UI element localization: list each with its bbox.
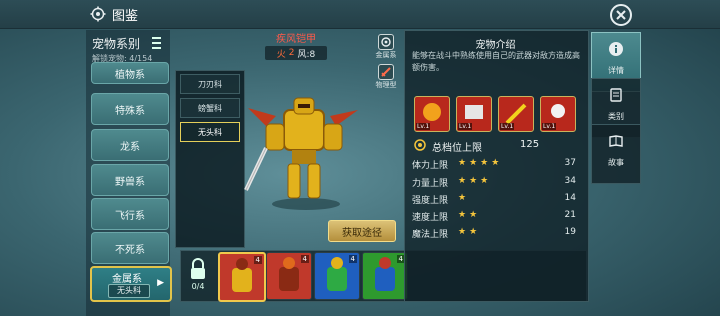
subcategory-panel <box>175 70 245 248</box>
category-undead[interactable]: 不死系 <box>91 232 169 264</box>
subcategory-headless[interactable]: 无头科 <box>180 122 240 142</box>
metal-type-icon <box>378 34 394 50</box>
fire-element-label: 火 <box>276 49 286 60</box>
stat-name-speed: 速度上限 <box>412 213 449 223</box>
tab-category-label: 类别 <box>608 112 624 121</box>
pet-variant-slot-1[interactable]: 4 <box>218 252 266 302</box>
subcategory-crab[interactable]: 螃蟹科 <box>180 98 240 118</box>
lock-count: 0/4 <box>191 282 205 291</box>
active-category-label: 金属系 <box>112 274 142 285</box>
pet-variant-slot-2[interactable]: 4 <box>266 252 312 300</box>
category-dragon[interactable]: 龙系 <box>91 129 169 161</box>
close-icon <box>616 10 626 20</box>
stat-value-strength: 14 <box>564 193 576 203</box>
story-book-icon <box>609 135 623 147</box>
tab-details-label: 详情 <box>608 66 624 75</box>
fire-element-value: 2 <box>288 48 295 58</box>
variant-level-badge: 4 <box>348 255 357 263</box>
category-special[interactable]: 特殊系 <box>91 93 169 125</box>
info-title: 宠物介绍 <box>475 40 516 51</box>
stat-value-hp: 37 <box>564 158 576 168</box>
metal-type-label: 金属系 <box>375 51 397 59</box>
category-panel-title: 宠物系别 <box>92 37 141 51</box>
tab-story[interactable]: 故事 <box>591 124 641 184</box>
category-card-icon <box>610 88 622 102</box>
skill-level: Lv.1 <box>500 123 515 130</box>
stats-total-icon <box>414 139 426 151</box>
skill-level: Lv.1 <box>416 123 431 130</box>
pet-variant-slot-4[interactable]: 4 <box>362 252 408 300</box>
skill-level: Lv.1 <box>458 123 473 130</box>
info-icon <box>609 42 623 56</box>
physical-type-icon <box>378 64 394 80</box>
variant-level-badge: 4 <box>300 255 309 263</box>
menu-lines-icon[interactable] <box>152 37 161 49</box>
pet-element-chip: 火 2 风:8 <box>265 46 327 60</box>
stat-value-magic: 19 <box>564 227 576 237</box>
stat-name-power: 力量上限 <box>412 179 449 189</box>
skill-level: Lv.1 <box>542 123 557 130</box>
stat-value-power: 34 <box>564 176 576 186</box>
stat-stars-power: ★★★ <box>458 176 492 186</box>
pet-name: 疾风铠甲 <box>276 34 316 45</box>
pet-armor-figure <box>244 97 358 210</box>
stat-stars-magic: ★★ <box>458 227 481 237</box>
category-flying[interactable]: 飞行系 <box>91 198 169 230</box>
stat-stars-strength: ★ <box>458 193 470 203</box>
skill-icon-2[interactable]: Lv.1 <box>456 96 492 132</box>
get-method-button[interactable]: 获取途径 <box>328 220 396 242</box>
tab-story-label: 故事 <box>608 158 624 167</box>
pet-variant-slot-3[interactable]: 4 <box>314 252 360 300</box>
physical-type-label: 物理型 <box>375 81 397 89</box>
close-button[interactable] <box>610 4 632 26</box>
category-beast[interactable]: 野兽系 <box>91 164 169 196</box>
wind-element-label: 风:8 <box>297 49 316 60</box>
stats-total-label: 总档位上限 <box>432 143 482 154</box>
expand-arrow-icon: ▶ <box>157 278 164 288</box>
skill-icon-3[interactable]: Lv.1 <box>498 96 534 132</box>
subcategory-blade[interactable]: 刀刃科 <box>180 74 240 94</box>
skill-icon-1[interactable]: Lv.1 <box>414 96 450 132</box>
page-title: 图鉴 <box>112 9 139 24</box>
settings-gear-icon <box>90 6 106 22</box>
category-metal-active[interactable]: 金属系 无头科 ▶ <box>90 266 172 302</box>
skill-icon-4[interactable]: Lv.1 <box>540 96 576 132</box>
stat-stars-hp: ★★★★ <box>458 158 503 168</box>
category-plant[interactable]: 植物系 <box>91 62 169 84</box>
stat-name-strength: 强度上限 <box>412 196 449 206</box>
info-description: 能够在战斗中熟练使用自己的武器对敌方造成高额伤害。 <box>412 51 580 72</box>
stats-total-value: 125 <box>520 139 540 150</box>
active-subcategory-label: 无头科 <box>108 284 150 298</box>
stat-value-speed: 21 <box>564 210 576 220</box>
variant-level-badge: 4 <box>253 256 262 264</box>
stat-name-hp: 体力上限 <box>412 161 449 171</box>
stat-name-magic: 魔法上限 <box>412 230 449 240</box>
stat-stars-speed: ★★ <box>458 210 481 220</box>
